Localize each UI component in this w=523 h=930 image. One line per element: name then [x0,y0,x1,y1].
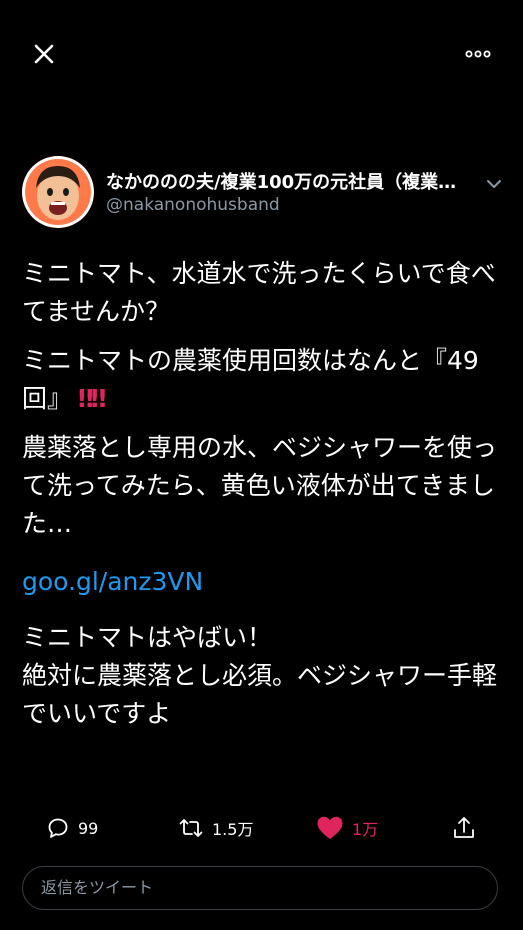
tweet-link[interactable]: goo.gl/anz3VN [22,563,512,601]
double-exclamation-emoji: ‼‼ [78,384,106,413]
reply-icon [48,818,68,838]
tweet-body: ミニトマト、水道水で洗ったくらいで食べてませんか？ ミニトマトの農薬使用回数はな… [22,255,512,744]
author-handle[interactable]: @nakanonohusband [106,195,280,215]
reply-input[interactable]: 返信をツイート [22,866,498,910]
retweet-count: 1.5万 [212,820,254,839]
avatar-image [22,156,94,228]
avatar[interactable] [22,156,94,228]
reply-count: 99 [78,818,99,838]
share-icon [454,817,474,838]
tweet-actions: 99 1.5万 1万 [0,808,523,848]
tweet-paragraph: 農薬落とし専用の水、ベジシャワーを使って洗ってみたら、黄色い液体が出てきました… [22,433,498,538]
tweet-author: なかののの夫/複業100万の元社員（複業… @nakanonohusband [0,150,523,230]
retweet-icon [179,819,203,837]
tweet-paragraph: ミニトマト、水道水で洗ったくらいで食べてませんか？ [22,259,496,326]
author-name[interactable]: なかののの夫/複業100万の元社員（複業… [106,168,476,194]
like-button[interactable]: 1万 [316,808,378,848]
top-bar [0,0,523,110]
tweet-paragraph: ミニトマトの農薬使用回数はなんと『49回』 ‼‼ [22,342,512,418]
tweet-menu-button[interactable] [484,174,504,194]
chevron-down-icon [487,180,501,188]
retweet-button[interactable]: 1.5万 [178,808,253,848]
more-button[interactable] [462,40,494,68]
close-button[interactable] [26,36,62,72]
share-button[interactable] [452,808,476,848]
more-icon [465,50,491,58]
tweet-paragraph: ミニトマトはやばい！ 絶対に農薬落とし必須。ベジシャワー手軽でいいですよ [22,623,498,728]
heart-icon [317,816,343,839]
like-count: 1万 [352,820,379,839]
close-icon [34,44,54,64]
reply-button[interactable]: 99 [46,808,98,848]
